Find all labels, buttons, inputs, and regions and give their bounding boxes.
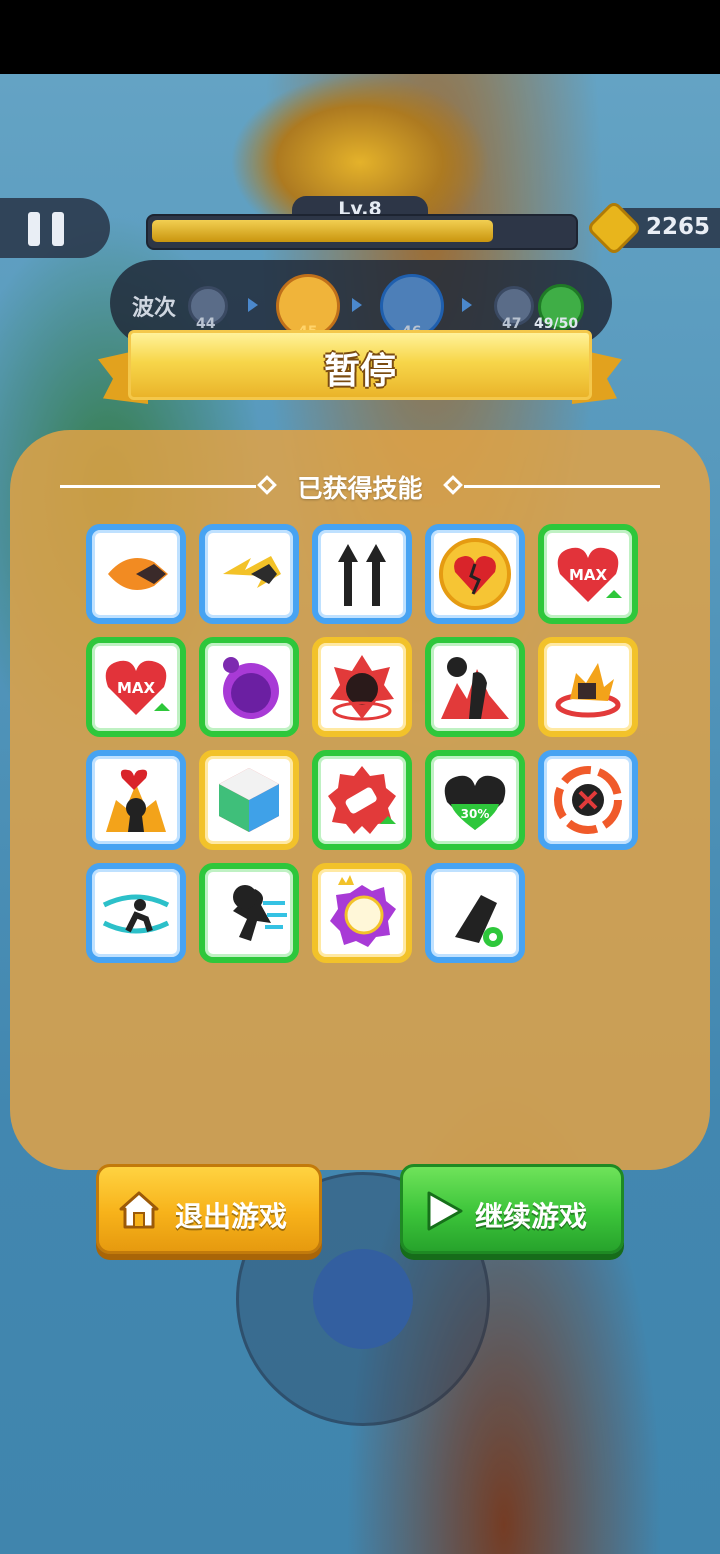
skill-slot[interactable] — [86, 524, 186, 624]
continue-game-label: 继续游戏 — [475, 1200, 588, 1233]
skill-slot[interactable] — [199, 524, 299, 624]
crit-target-icon — [554, 766, 622, 834]
pause-icon — [28, 212, 40, 246]
skill-slot[interactable] — [425, 524, 525, 624]
double-arrow-icon — [338, 544, 386, 606]
skill-slot[interactable] — [425, 863, 525, 963]
skill-slot[interactable] — [86, 750, 186, 850]
skill-slot[interactable]: MAX — [86, 637, 186, 737]
skill-slot[interactable] — [199, 750, 299, 850]
bullet-badge-icon — [328, 766, 396, 834]
skill-slot[interactable] — [199, 637, 299, 737]
cannon-icon — [455, 895, 503, 947]
poison-blob-icon — [223, 657, 279, 719]
wind-dash-icon — [102, 894, 170, 934]
heal-heart-icon: 30% — [444, 775, 506, 830]
svg-text:MAX: MAX — [569, 566, 608, 584]
skill-slot[interactable] — [86, 863, 186, 963]
play-icon — [427, 1191, 463, 1231]
lightning-arrowhead-icon — [223, 556, 281, 588]
xp-bar — [146, 214, 578, 250]
skill-slot[interactable] — [538, 637, 638, 737]
skill-slot[interactable] — [312, 637, 412, 737]
pause-button[interactable] — [0, 198, 110, 258]
pause-title: 暂停 — [323, 351, 396, 392]
speed-run-icon — [233, 885, 287, 941]
skill-slot[interactable] — [312, 863, 412, 963]
broken-heart-shield-icon — [439, 538, 511, 610]
svg-text:MAX: MAX — [117, 679, 156, 697]
home-icon — [119, 1191, 159, 1229]
arrow-right-icon — [352, 298, 362, 312]
skills-heading: 已获得技能 — [60, 466, 660, 506]
wave-label: 波次 — [132, 296, 177, 321]
xp-bar-fill — [152, 220, 493, 242]
crown-orb-icon — [330, 875, 396, 947]
skills-heading-text: 已获得技能 — [297, 474, 423, 503]
skill-slot[interactable] — [538, 750, 638, 850]
skill-slot[interactable]: 30% — [425, 750, 525, 850]
skill-slot[interactable] — [312, 750, 412, 850]
svg-text:30%: 30% — [461, 807, 490, 821]
joystick-knob[interactable] — [313, 1249, 413, 1349]
exit-game-label: 退出游戏 — [175, 1200, 288, 1233]
coin-counter: 2265 — [585, 199, 720, 257]
arrow-right-icon — [462, 298, 472, 312]
skill-slot[interactable] — [199, 863, 299, 963]
exit-game-button[interactable]: 退出游戏 — [96, 1164, 322, 1254]
coin-amount: 2265 — [646, 214, 711, 240]
demon-rage-icon — [330, 655, 394, 721]
explosion-ring-icon — [555, 663, 621, 718]
hex-cube-icon — [219, 768, 279, 832]
max-heart-icon: MAX — [557, 547, 622, 602]
max-heart-icon: MAX — [105, 660, 170, 715]
status-bar — [0, 0, 720, 74]
skill-slot[interactable] — [425, 637, 525, 737]
heart-burst-icon — [106, 769, 166, 832]
pause-banner: 暂停 — [98, 330, 622, 406]
reaper-icon — [441, 657, 509, 719]
skill-slot[interactable]: MAX — [538, 524, 638, 624]
skill-slot[interactable] — [312, 524, 412, 624]
continue-game-button[interactable]: 继续游戏 — [400, 1164, 624, 1254]
fire-arrowhead-icon — [108, 558, 168, 590]
arrow-right-icon — [248, 298, 258, 312]
